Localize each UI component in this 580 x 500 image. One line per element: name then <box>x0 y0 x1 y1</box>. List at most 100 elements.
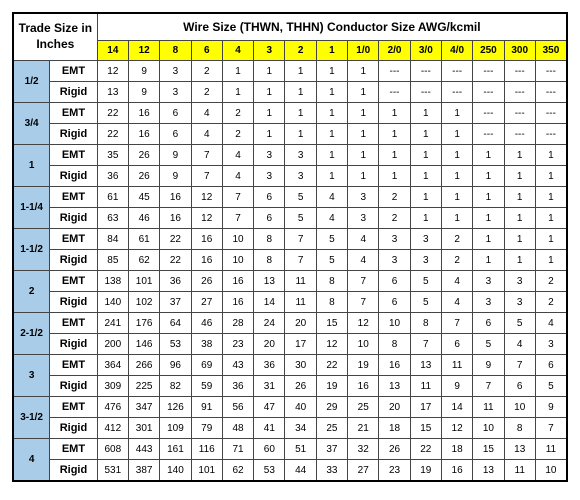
value-cell: 8 <box>504 418 535 439</box>
conduit-type-cell: EMT <box>50 187 98 208</box>
value-cell: 1 <box>504 229 535 250</box>
value-cell: 1 <box>441 145 472 166</box>
value-cell: 15 <box>316 313 347 334</box>
table-row: 3-1/2EMT47634712691564740292520171411109 <box>13 397 567 418</box>
value-cell: 476 <box>97 397 128 418</box>
value-cell: 11 <box>504 460 535 482</box>
value-cell: 36 <box>222 376 253 397</box>
value-cell: --- <box>379 82 410 103</box>
value-cell: 7 <box>222 187 253 208</box>
value-cell: 40 <box>285 397 316 418</box>
value-cell: 1 <box>254 82 285 103</box>
value-cell: 1 <box>316 166 347 187</box>
value-cell: 6 <box>535 355 567 376</box>
value-cell: 22 <box>160 250 191 271</box>
value-cell: 3 <box>504 292 535 313</box>
value-cell: 22 <box>316 355 347 376</box>
value-cell: 23 <box>222 334 253 355</box>
value-cell: 1 <box>316 82 347 103</box>
value-cell: 17 <box>410 397 441 418</box>
value-cell: 101 <box>191 460 222 482</box>
conduit-type-cell: EMT <box>50 229 98 250</box>
value-cell: 8 <box>410 313 441 334</box>
value-cell: 1 <box>535 229 567 250</box>
trade-size-cell: 1/2 <box>13 61 50 103</box>
value-cell: 22 <box>160 229 191 250</box>
value-cell: 1 <box>473 250 504 271</box>
value-cell: 5 <box>410 271 441 292</box>
value-cell: 1 <box>316 145 347 166</box>
value-cell: 53 <box>160 334 191 355</box>
value-cell: 6 <box>379 271 410 292</box>
value-cell: 20 <box>285 313 316 334</box>
table-row: Rigid6346161276543211111 <box>13 208 567 229</box>
value-cell: --- <box>504 103 535 124</box>
value-cell: 225 <box>129 376 160 397</box>
value-cell: 16 <box>191 229 222 250</box>
value-cell: 1 <box>441 103 472 124</box>
table-row: 1/2EMT1293211111------------------ <box>13 61 567 82</box>
table-row: Rigid85622216108754332111 <box>13 250 567 271</box>
value-cell: 387 <box>129 460 160 482</box>
value-cell: 13 <box>254 271 285 292</box>
value-cell: 8 <box>316 271 347 292</box>
col-header: 350 <box>535 41 567 61</box>
value-cell: 531 <box>97 460 128 482</box>
table-row: Rigid36269743311111111 <box>13 166 567 187</box>
table-row: Rigid22166421111111--------- <box>13 124 567 145</box>
value-cell: --- <box>441 61 472 82</box>
value-cell: 27 <box>348 460 379 482</box>
value-cell: 18 <box>441 439 472 460</box>
value-cell: --- <box>410 61 441 82</box>
conduit-type-cell: EMT <box>50 355 98 376</box>
conduit-type-cell: EMT <box>50 61 98 82</box>
value-cell: 8 <box>379 334 410 355</box>
value-cell: 85 <box>97 250 128 271</box>
value-cell: 28 <box>222 313 253 334</box>
value-cell: 43 <box>222 355 253 376</box>
value-cell: --- <box>535 61 567 82</box>
trade-size-cell: 2-1/2 <box>13 313 50 355</box>
value-cell: 1 <box>348 124 379 145</box>
value-cell: 2 <box>379 187 410 208</box>
value-cell: 4 <box>316 187 347 208</box>
value-cell: 2 <box>441 229 472 250</box>
value-cell: 7 <box>191 166 222 187</box>
value-cell: 16 <box>441 460 472 482</box>
trade-size-cell: 4 <box>13 439 50 482</box>
value-cell: 6 <box>473 313 504 334</box>
value-cell: 3 <box>473 271 504 292</box>
value-cell: 19 <box>316 376 347 397</box>
value-cell: 4 <box>222 166 253 187</box>
value-cell: 3 <box>160 61 191 82</box>
value-cell: 21 <box>348 418 379 439</box>
value-cell: 4 <box>441 292 472 313</box>
conduit-type-cell: Rigid <box>50 124 98 145</box>
value-cell: 6 <box>441 334 472 355</box>
value-cell: 16 <box>222 292 253 313</box>
value-cell: 16 <box>379 355 410 376</box>
value-cell: 5 <box>316 229 347 250</box>
value-cell: 10 <box>504 397 535 418</box>
table-row: Rigid5313871401016253443327231916131110 <box>13 460 567 482</box>
value-cell: 7 <box>441 313 472 334</box>
trade-size-cell: 1-1/2 <box>13 229 50 271</box>
value-cell: --- <box>535 82 567 103</box>
value-cell: 30 <box>285 355 316 376</box>
value-cell: 3 <box>348 187 379 208</box>
value-cell: 69 <box>191 355 222 376</box>
value-cell: 5 <box>285 208 316 229</box>
value-cell: 1 <box>316 103 347 124</box>
value-cell: 56 <box>222 397 253 418</box>
value-cell: 61 <box>97 187 128 208</box>
value-cell: 96 <box>160 355 191 376</box>
header-wire-size: Wire Size (THWN, THHN) Conductor Size AW… <box>97 13 567 41</box>
value-cell: 31 <box>254 376 285 397</box>
value-cell: 47 <box>254 397 285 418</box>
table-row: 2-1/2EMT241176644628242015121087654 <box>13 313 567 334</box>
value-cell: 8 <box>254 229 285 250</box>
value-cell: 1 <box>348 61 379 82</box>
value-cell: 1 <box>254 103 285 124</box>
value-cell: 62 <box>129 250 160 271</box>
value-cell: 347 <box>129 397 160 418</box>
